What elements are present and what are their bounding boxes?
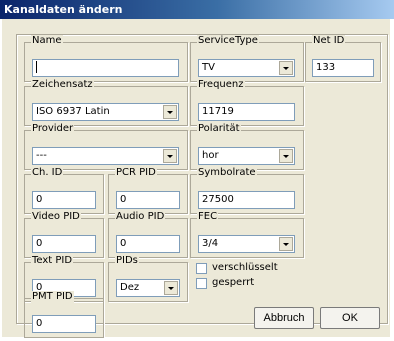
pmt-pid-label: PMT PID (31, 291, 74, 303)
chevron-down-icon[interactable] (163, 105, 177, 119)
pids-label: PIDs (115, 255, 139, 267)
pcr-pid-input[interactable]: 0 (116, 191, 180, 209)
window-title: Kanaldaten ändern (4, 3, 123, 16)
pids-value: Dez (120, 282, 140, 293)
pmt-pid-group: PMT PID 0 (24, 291, 104, 338)
polaritaet-label: Polarität (197, 123, 241, 135)
fec-group: FEC 3/4 (190, 211, 304, 258)
polaritaet-group: Polarität hor (190, 123, 304, 170)
ch-id-input[interactable]: 0 (32, 191, 96, 209)
chevron-down-icon[interactable] (279, 149, 293, 163)
cancel-button[interactable]: Abbruch (254, 307, 314, 329)
gesperrt-label: gesperrt (212, 277, 255, 288)
title-bar[interactable]: Kanaldaten ändern (0, 0, 394, 19)
name-input[interactable] (32, 59, 179, 77)
fec-select[interactable]: 3/4 (198, 235, 295, 253)
chevron-down-icon[interactable] (279, 237, 293, 251)
service-type-label: ServiceType (197, 35, 259, 47)
fec-value: 3/4 (202, 238, 219, 249)
ok-button[interactable]: OK (320, 307, 380, 329)
chevron-down-icon[interactable] (279, 61, 293, 75)
audio-pid-input[interactable]: 0 (116, 235, 180, 253)
polaritaet-value: hor (202, 150, 219, 161)
net-id-input[interactable]: 133 (312, 59, 374, 77)
symbolrate-label: Symbolrate (197, 167, 257, 179)
pcr-pid-group: PCR PID 0 (108, 167, 188, 214)
zeichensatz-group: Zeichensatz ISO 6937 Latin (24, 79, 188, 126)
service-type-select[interactable]: TV (198, 59, 295, 77)
zeichensatz-select[interactable]: ISO 6937 Latin (32, 103, 179, 121)
frequenz-group: Frequenz 11719 (190, 79, 304, 126)
name-label: Name (31, 35, 63, 47)
pcr-pid-label: PCR PID (115, 167, 157, 179)
service-type-value: TV (202, 62, 215, 73)
service-type-group: ServiceType TV (190, 35, 304, 82)
pids-select[interactable]: Dez (116, 279, 180, 297)
verschluesselt-checkbox[interactable] (196, 263, 207, 274)
pmt-pid-input[interactable]: 0 (32, 315, 96, 333)
net-id-group: Net ID 133 (305, 35, 381, 82)
frequenz-input[interactable]: 11719 (198, 103, 295, 121)
fec-label: FEC (197, 211, 219, 223)
video-pid-group: Video PID 0 (24, 211, 104, 258)
text-cursor (36, 61, 37, 73)
symbolrate-input[interactable]: 27500 (198, 191, 295, 209)
frequenz-label: Frequenz (197, 79, 245, 91)
name-group: Name (24, 35, 188, 82)
provider-label: Provider (31, 123, 75, 135)
ch-id-group: Ch. ID 0 (24, 167, 104, 214)
audio-pid-group: Audio PID 0 (108, 211, 188, 258)
video-pid-input[interactable]: 0 (32, 235, 96, 253)
video-pid-label: Video PID (31, 211, 81, 223)
zeichensatz-value: ISO 6937 Latin (36, 106, 110, 117)
ch-id-label: Ch. ID (31, 167, 64, 179)
text-pid-label: Text PID (31, 255, 74, 267)
symbolrate-group: Symbolrate 27500 (190, 167, 304, 214)
net-id-label: Net ID (312, 35, 346, 47)
provider-select[interactable]: --- (32, 147, 179, 165)
chevron-down-icon[interactable] (164, 281, 178, 295)
provider-value: --- (36, 150, 47, 161)
provider-group: Provider --- (24, 123, 188, 170)
pids-group: PIDs Dez (108, 255, 188, 302)
dialog-body: Name ServiceType TV Net ID 133 Zeichensa… (2, 19, 390, 338)
polaritaet-select[interactable]: hor (198, 147, 295, 165)
audio-pid-label: Audio PID (115, 211, 166, 223)
chevron-down-icon[interactable] (163, 149, 177, 163)
verschluesselt-label: verschlüsselt (212, 262, 278, 273)
gesperrt-checkbox[interactable] (196, 278, 207, 289)
zeichensatz-label: Zeichensatz (31, 79, 94, 91)
